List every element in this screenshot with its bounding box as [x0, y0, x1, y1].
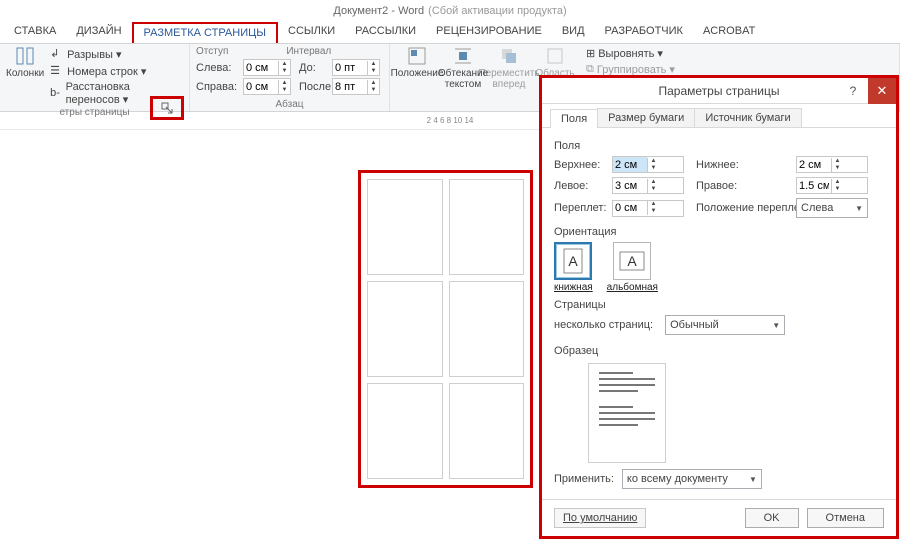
- indent-header: Отступ: [196, 46, 228, 57]
- tab-acrobat[interactable]: ACROBAT: [693, 22, 765, 43]
- bring-forward-button[interactable]: Переместить вперед: [488, 46, 530, 99]
- svg-text:A: A: [569, 253, 579, 269]
- page-thumb[interactable]: [449, 281, 525, 377]
- page-thumb[interactable]: [449, 383, 525, 479]
- gutter-position-select[interactable]: Слева▼: [796, 198, 868, 218]
- preview-header: Образец: [554, 345, 884, 357]
- close-button[interactable]: ✕: [868, 78, 896, 104]
- orientation-portrait[interactable]: A книжная: [554, 242, 593, 293]
- dialog-tab-paper[interactable]: Размер бумаги: [597, 108, 695, 127]
- page-thumb[interactable]: [367, 383, 443, 479]
- title-bar: Документ2 - Word (Сбой активации продукт…: [0, 0, 900, 22]
- tab-developer[interactable]: РАЗРАБОТЧИК: [595, 22, 693, 43]
- page-thumb[interactable]: [449, 179, 525, 275]
- activation-note: (Сбой активации продукта): [428, 5, 566, 17]
- tab-insert[interactable]: СТАВКА: [4, 22, 66, 43]
- orientation-landscape[interactable]: A альбомная: [607, 242, 658, 293]
- ok-button[interactable]: OK: [745, 508, 799, 528]
- preview-pane: [588, 363, 666, 463]
- multi-pages-select[interactable]: Обычный▼: [665, 315, 785, 335]
- page-setup-dialog: Параметры страницы ? ✕ Поля Размер бумаг…: [539, 75, 899, 539]
- pages-header: Страницы: [554, 299, 884, 311]
- dialog-tab-source[interactable]: Источник бумаги: [694, 108, 801, 127]
- breaks-button[interactable]: ↲Разрывы ▾: [48, 46, 183, 62]
- dialog-tab-margins[interactable]: Поля: [550, 109, 598, 128]
- align-button[interactable]: ⊞Выровнять ▾: [584, 46, 677, 61]
- apply-to-label: Применить:: [554, 473, 614, 485]
- position-button[interactable]: Положение: [396, 46, 438, 99]
- tab-view[interactable]: ВИД: [552, 22, 595, 43]
- apply-to-select[interactable]: ко всему документу▼: [622, 469, 762, 489]
- tab-design[interactable]: ДИЗАЙН: [66, 22, 131, 43]
- help-button[interactable]: ?: [840, 78, 866, 104]
- tab-review[interactable]: РЕЦЕНЗИРОВАНИЕ: [426, 22, 552, 43]
- tab-mailings[interactable]: РАССЫЛКИ: [345, 22, 426, 43]
- page-setup-launcher[interactable]: [150, 96, 184, 120]
- dialog-titlebar: Параметры страницы ? ✕: [542, 78, 896, 104]
- dialog-title: Параметры страницы: [659, 84, 780, 98]
- spacing-header: Интервал: [286, 46, 331, 57]
- gutter-input[interactable]: ▲▼: [612, 200, 684, 217]
- default-button[interactable]: По умолчанию: [554, 508, 646, 528]
- dialog-tabs: Поля Размер бумаги Источник бумаги: [542, 104, 896, 128]
- page-thumbnails: [358, 170, 533, 488]
- svg-text:A: A: [628, 253, 638, 269]
- margin-right-input[interactable]: ▲▼: [796, 177, 868, 194]
- multi-pages-label: несколько страниц:: [554, 319, 653, 331]
- indent-left-input[interactable]: ▲▼: [243, 59, 291, 76]
- cancel-button[interactable]: Отмена: [807, 508, 884, 528]
- indent-right-input[interactable]: ▲▼: [243, 78, 291, 95]
- page-thumb[interactable]: [367, 179, 443, 275]
- columns-button[interactable]: Колонки: [6, 46, 44, 107]
- margin-top-input[interactable]: ▲▼: [612, 156, 684, 173]
- margin-bottom-input[interactable]: ▲▼: [796, 156, 868, 173]
- ribbon-tabs: СТАВКА ДИЗАЙН РАЗМЕТКА СТРАНИЦЫ ССЫЛКИ Р…: [0, 22, 900, 44]
- page-thumb[interactable]: [367, 281, 443, 377]
- doc-title: Документ2 - Word: [333, 5, 424, 17]
- margin-left-input[interactable]: ▲▼: [612, 177, 684, 194]
- line-numbers-button[interactable]: ☰Номера строк ▾: [48, 63, 183, 79]
- tab-page-layout[interactable]: РАЗМЕТКА СТРАНИЦЫ: [132, 22, 278, 43]
- spacing-before-input[interactable]: ▲▼: [332, 59, 380, 76]
- margins-header: Поля: [554, 140, 884, 152]
- orientation-header: Ориентация: [554, 226, 884, 238]
- tab-references[interactable]: ССЫЛКИ: [278, 22, 345, 43]
- spacing-after-input[interactable]: ▲▼: [332, 78, 380, 95]
- group-label-paragraph: Абзац: [196, 99, 383, 111]
